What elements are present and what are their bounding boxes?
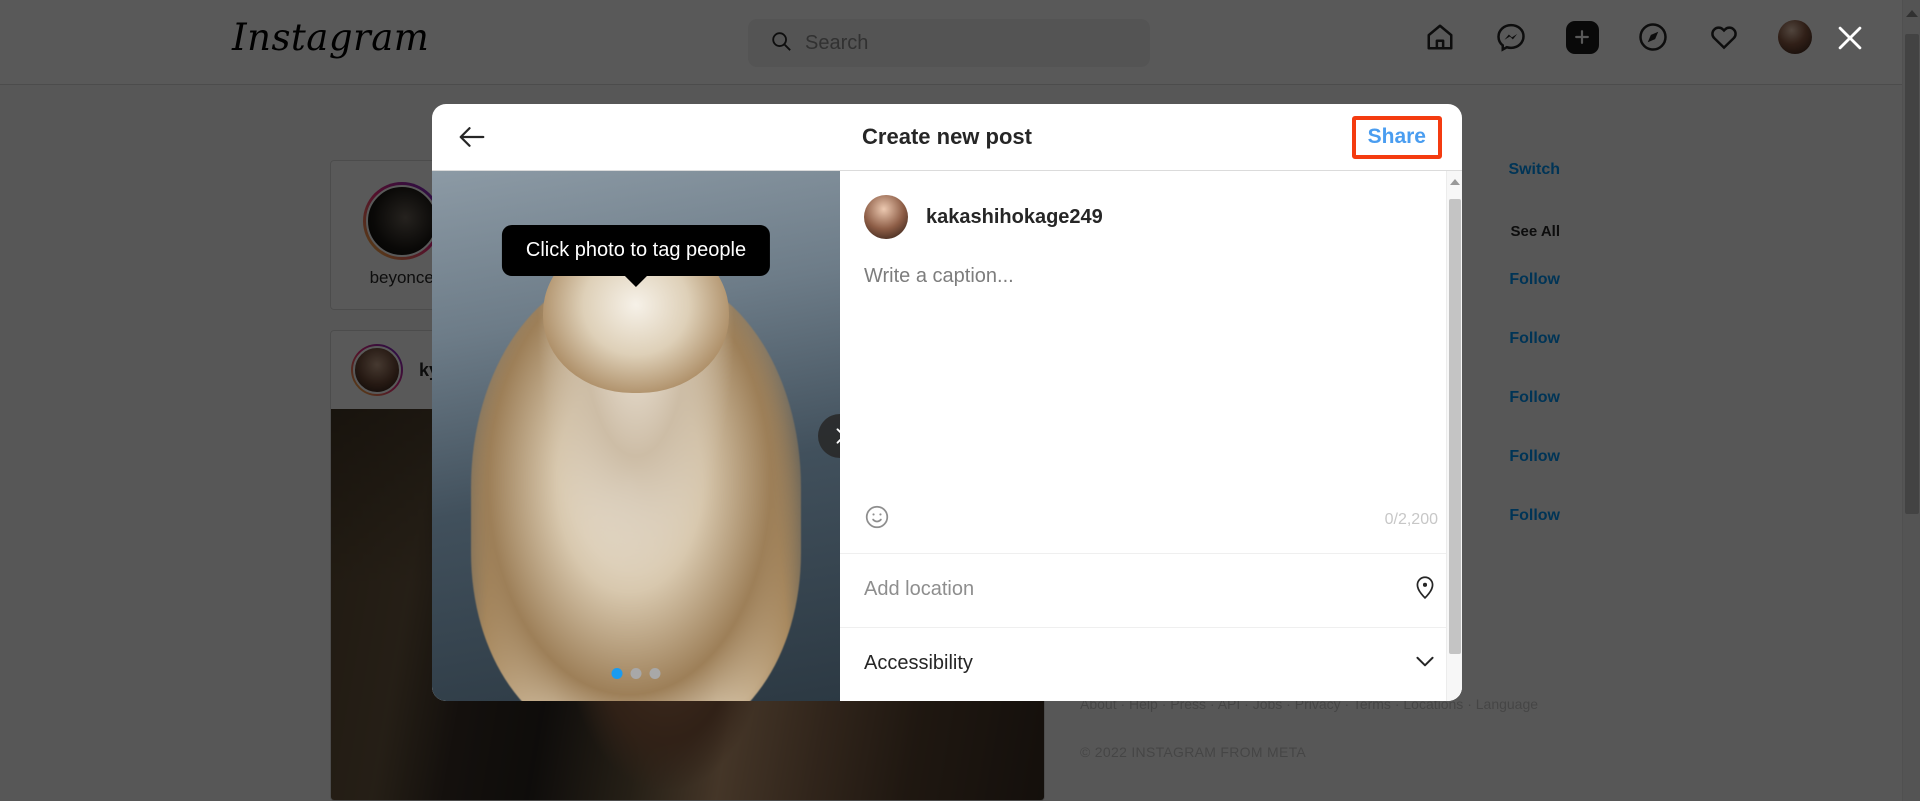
author-username: kakashihokage249	[926, 205, 1103, 228]
dialog-scrollbar[interactable]	[1446, 171, 1462, 701]
post-details-pane: kakashihokage249 Write a caption... 0/2,…	[840, 171, 1462, 701]
back-arrow-icon[interactable]	[452, 117, 492, 157]
dialog-scrollbar-thumb[interactable]	[1449, 199, 1461, 654]
close-icon[interactable]	[1826, 14, 1874, 62]
location-pin-icon	[1412, 574, 1438, 605]
share-button[interactable]: Share	[1368, 125, 1426, 149]
caption-input[interactable]: Write a caption...	[840, 239, 1462, 504]
accessibility-label: Accessibility	[864, 652, 973, 674]
carousel-dot[interactable]	[611, 668, 623, 679]
carousel-dot[interactable]	[649, 668, 661, 679]
character-counter: 0/2,200	[1384, 510, 1438, 528]
post-author: kakashihokage249	[840, 171, 1462, 239]
add-location-placeholder: Add location	[864, 578, 975, 600]
emoji-icon[interactable]	[864, 504, 890, 535]
share-button-highlight: Share	[1351, 115, 1442, 159]
caption-placeholder: Write a caption...	[864, 265, 1014, 287]
dialog-header: Create new post Share	[432, 104, 1462, 171]
photo-preview-pane[interactable]: Click photo to tag people	[432, 171, 840, 701]
carousel-dot[interactable]	[630, 668, 642, 679]
add-location-field[interactable]: Add location	[840, 554, 1462, 628]
screen: Instagram Search	[0, 0, 1920, 801]
caption-footer: 0/2,200	[840, 504, 1462, 554]
dialog-body: Click photo to tag people kakashihokage2…	[432, 171, 1462, 701]
dialog-scroll-up-arrow-icon[interactable]	[1449, 179, 1460, 185]
author-avatar	[864, 195, 908, 239]
accessibility-section[interactable]: Accessibility	[840, 628, 1462, 701]
tag-people-tooltip: Click photo to tag people	[501, 225, 771, 276]
carousel-dots	[611, 668, 661, 679]
chevron-down-icon[interactable]	[1412, 648, 1438, 679]
dialog-title: Create new post	[862, 124, 1032, 149]
next-photo-button[interactable]	[818, 414, 840, 458]
create-new-post-dialog: Create new post Share Click photo to tag…	[432, 104, 1462, 701]
